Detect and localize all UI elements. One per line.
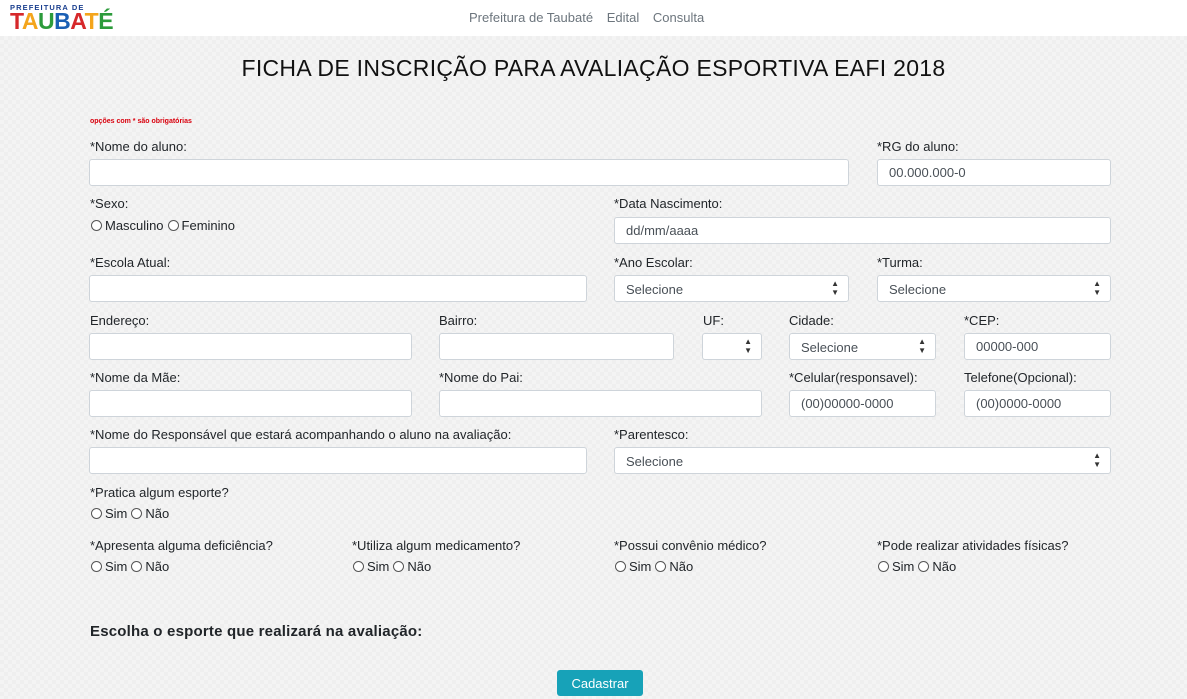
convenio-nao-label: Não [669, 559, 694, 574]
convenio-label: *Possui convênio médico? [614, 538, 767, 553]
sexo-masculino-label: Masculino [105, 218, 164, 233]
medicamento-sim-radio[interactable] [353, 561, 364, 572]
cidade-select[interactable]: Selecione ▲ ▼ [789, 333, 936, 360]
data-nascimento-input[interactable] [614, 217, 1111, 244]
nome-mae-input[interactable] [89, 390, 412, 417]
cep-input[interactable] [964, 333, 1111, 360]
celular-input[interactable] [789, 390, 936, 417]
deficiencia-nao-radio[interactable] [131, 561, 143, 572]
convenio-sim-label: Sim [629, 559, 652, 574]
sexo-masculino-radio[interactable] [91, 220, 102, 231]
pratica-esporte-sim-radio[interactable] [91, 508, 102, 519]
deficiencia-sim-label: Sim [105, 559, 128, 574]
convenio-sim-radio[interactable] [615, 561, 626, 572]
pratica-esporte-sim-label: Sim [105, 506, 128, 521]
page-title: FICHA DE INSCRIÇÃO PARA AVALIAÇÃO ESPORT… [241, 55, 946, 81]
sexo-label: *Sexo: [90, 196, 129, 211]
bairro-input[interactable] [439, 333, 674, 360]
pratica-esporte-label: *Pratica algum esporte? [90, 485, 229, 500]
atividades-sim-label: Sim [892, 559, 915, 574]
atividades-nao-radio[interactable] [918, 561, 930, 572]
medicamento-radio-group: Sim Não [352, 559, 434, 574]
logo-letter: A [21, 8, 39, 34]
deficiencia-radio-group: Sim Não [90, 559, 172, 574]
ano-escolar-select[interactable]: Selecione ▲ ▼ [614, 275, 849, 302]
nome-mae-label: *Nome da Mãe: [90, 370, 181, 385]
logo-letter: A [70, 8, 85, 34]
medicamento-nao-radio[interactable] [393, 561, 405, 572]
parentesco-value: Selecione [626, 454, 684, 469]
nome-pai-input[interactable] [439, 390, 762, 417]
logo-letter: B [54, 8, 71, 34]
endereco-input[interactable] [89, 333, 412, 360]
atividades-nao-label: Não [932, 559, 957, 574]
select-caret-icon: ▲ ▼ [744, 337, 752, 355]
nav-links: Prefeitura de Taubaté Edital Consulta [469, 10, 714, 25]
celular-label: *Celular(responsavel): [789, 370, 918, 385]
bairro-label: Bairro: [439, 313, 478, 328]
convenio-radio-group: Sim Não [614, 559, 696, 574]
medicamento-nao-label: Não [407, 559, 432, 574]
atividades-radio-group: Sim Não [877, 559, 959, 574]
select-caret-icon: ▲ ▼ [1093, 279, 1101, 297]
select-caret-icon: ▲ ▼ [1093, 451, 1101, 469]
nav-link-prefeitura[interactable]: Prefeitura de Taubaté [469, 10, 593, 25]
cep-label: *CEP: [964, 313, 1000, 328]
esporte-section-title: Escolha o esporte que realizará na avali… [90, 623, 423, 640]
required-note: opções com * são obrigatórias [90, 118, 192, 125]
ano-escolar-value: Selecione [626, 282, 684, 297]
logo-letter: T [10, 8, 22, 34]
cidade-value: Selecione [801, 340, 859, 355]
pratica-esporte-radio-group: Sim Não [90, 506, 172, 521]
logo-wordmark: TAUBATÉ [10, 8, 114, 34]
uf-label: UF: [703, 313, 724, 328]
turma-select[interactable]: Selecione ▲ ▼ [877, 275, 1111, 302]
telefone-input[interactable] [964, 390, 1111, 417]
prefeitura-logo[interactable]: PREFEITURA DE TAUBATÉ [10, 3, 144, 34]
deficiencia-label: *Apresenta alguma deficiência? [90, 538, 273, 553]
telefone-label: Telefone(Opcional): [964, 370, 1077, 385]
sexo-feminino-label: Feminino [181, 218, 235, 233]
turma-label: *Turma: [877, 255, 923, 270]
logo-letter: T [84, 8, 99, 34]
uf-select[interactable]: ▲ ▼ [702, 333, 762, 360]
ano-escolar-label: *Ano Escolar: [614, 255, 693, 270]
nav-link-edital[interactable]: Edital [607, 10, 640, 25]
convenio-nao-radio[interactable] [655, 561, 667, 572]
responsavel-label: *Nome do Responsável que estará acompanh… [90, 427, 512, 442]
deficiencia-sim-radio[interactable] [91, 561, 102, 572]
data-nascimento-label: *Data Nascimento: [614, 196, 723, 211]
medicamento-label: *Utiliza algum medicamento? [352, 538, 521, 553]
atividades-label: *Pode realizar atividades físicas? [877, 538, 1069, 553]
cadastrar-button[interactable]: Cadastrar [557, 670, 643, 696]
nav-link-consulta[interactable]: Consulta [653, 10, 704, 25]
select-caret-icon: ▲ ▼ [831, 279, 839, 297]
turma-value: Selecione [889, 282, 947, 297]
nome-aluno-label: *Nome do aluno: [90, 139, 187, 154]
deficiencia-nao-label: Não [145, 559, 170, 574]
pratica-esporte-nao-radio[interactable] [131, 508, 143, 519]
cidade-label: Cidade: [789, 313, 834, 328]
sexo-feminino-radio[interactable] [167, 220, 179, 231]
escola-input[interactable] [89, 275, 587, 302]
navbar: PREFEITURA DE TAUBATÉ Prefeitura de Taub… [0, 0, 1187, 36]
medicamento-sim-label: Sim [367, 559, 390, 574]
logo-letter: U [37, 8, 55, 34]
nome-pai-label: *Nome do Pai: [439, 370, 523, 385]
nome-aluno-input[interactable] [89, 159, 849, 186]
atividades-sim-radio[interactable] [878, 561, 889, 572]
endereco-label: Endereço: [90, 313, 150, 328]
parentesco-label: *Parentesco: [614, 427, 689, 442]
rg-aluno-label: *RG do aluno: [877, 139, 959, 154]
responsavel-input[interactable] [89, 447, 587, 474]
logo-letter: É [98, 8, 114, 34]
escola-label: *Escola Atual: [90, 255, 171, 270]
sexo-radio-group: Masculino Feminino [90, 218, 238, 233]
parentesco-select[interactable]: Selecione ▲ ▼ [614, 447, 1111, 474]
select-caret-icon: ▲ ▼ [918, 337, 926, 355]
rg-aluno-input[interactable] [877, 159, 1111, 186]
pratica-esporte-nao-label: Não [145, 506, 170, 521]
